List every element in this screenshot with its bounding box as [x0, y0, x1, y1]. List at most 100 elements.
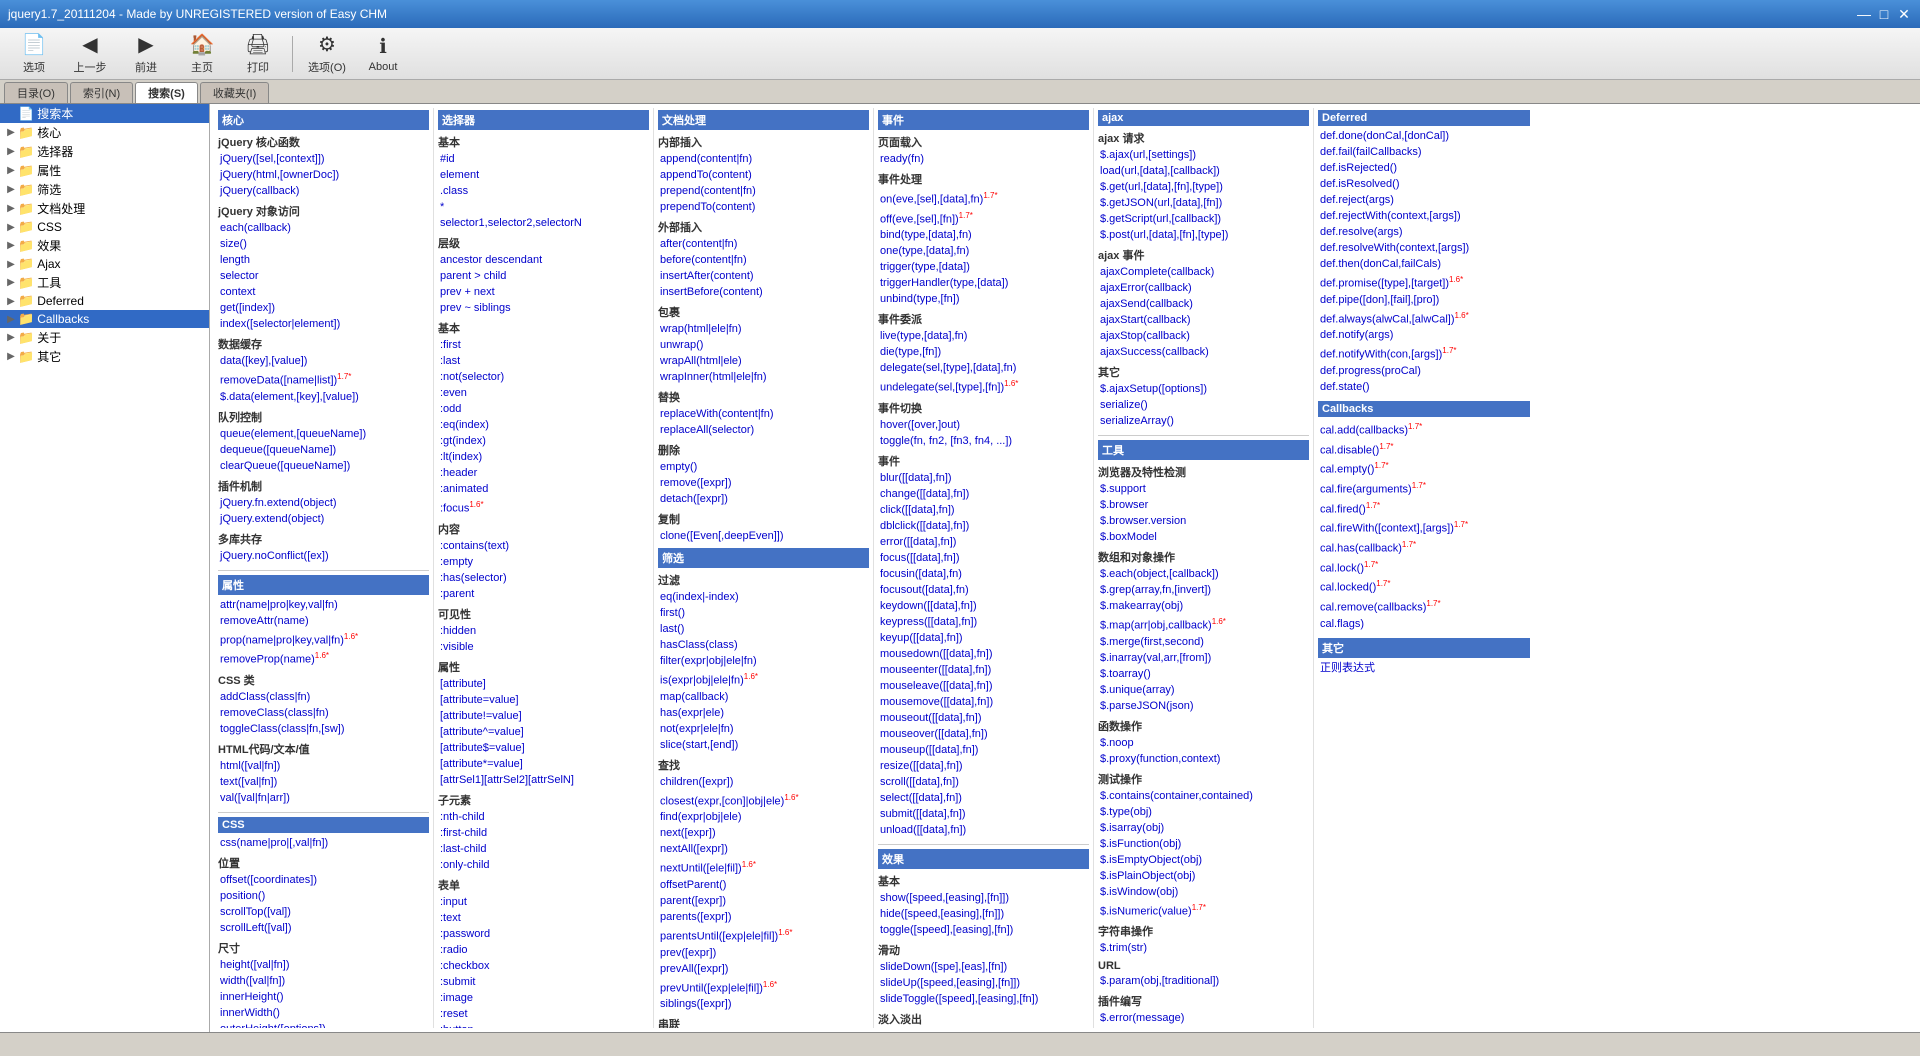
link-def-rejectwith[interactable]: def.rejectWith(context,[args])	[1318, 208, 1530, 224]
link-context[interactable]: context	[218, 284, 429, 300]
link-password[interactable]: :password	[438, 926, 649, 942]
link-ajaxcomplete[interactable]: ajaxComplete(callback)	[1098, 264, 1309, 280]
tree-item-deferred[interactable]: ▶ 📁 Deferred	[0, 292, 209, 310]
link-live[interactable]: live(type,[data],fn)	[878, 328, 1089, 344]
link-prevuntil[interactable]: prevUntil([exp|ele|fil])1.6*	[658, 977, 869, 997]
tree-item-core[interactable]: ▶ 📁 核心	[0, 123, 209, 142]
link-image-sel[interactable]: :image	[438, 990, 649, 1006]
tab-search[interactable]: 搜索(S)	[135, 82, 198, 103]
link-def-isresolved[interactable]: def.isResolved()	[1318, 176, 1530, 192]
link-text[interactable]: text([val|fn])	[218, 774, 429, 790]
tree-item-about[interactable]: ▶ 📁 关于	[0, 328, 209, 347]
link-getscript[interactable]: $.getScript(url,[callback])	[1098, 211, 1309, 227]
link-def-fail[interactable]: def.fail(failCallbacks)	[1318, 144, 1530, 160]
link-type[interactable]: $.type(obj)	[1098, 804, 1309, 820]
link-param[interactable]: $.param(obj,[traditional])	[1098, 973, 1309, 989]
tab-favorites[interactable]: 收藏夹(I)	[200, 82, 269, 103]
link-first[interactable]: :first	[438, 337, 649, 353]
link-isfunction[interactable]: $.isFunction(obj)	[1098, 836, 1309, 852]
link-replacewith[interactable]: replaceWith(content|fn)	[658, 406, 869, 422]
link-nth-child[interactable]: :nth-child	[438, 809, 649, 825]
tree-item-selectors[interactable]: ▶ 📁 选择器	[0, 142, 209, 161]
link-noop[interactable]: $.noop	[1098, 735, 1309, 751]
link-slidetoggle[interactable]: slideToggle([speed],[easing],[fn])	[878, 991, 1089, 1007]
link-triggerhandler[interactable]: triggerHandler(type,[data])	[878, 275, 1089, 291]
link-width[interactable]: width([val|fn])	[218, 973, 429, 989]
link-offset[interactable]: offset([coordinates])	[218, 872, 429, 888]
link-def-always[interactable]: def.always(alwCal,[alwCal])1.6*	[1318, 308, 1530, 328]
link-isarray[interactable]: $.isarray(obj)	[1098, 820, 1309, 836]
link-element[interactable]: element	[438, 167, 649, 183]
link-grep[interactable]: $.grep(array,fn,[invert])	[1098, 582, 1309, 598]
link-parents[interactable]: parents([expr])	[658, 909, 869, 925]
link-before[interactable]: before(content|fn)	[658, 252, 869, 268]
link-ajax[interactable]: $.ajax(url,[settings])	[1098, 147, 1309, 163]
link-jquery-html[interactable]: jQuery(html,[ownerDoc])	[218, 167, 429, 183]
link-not[interactable]: :not(selector)	[438, 369, 649, 385]
minimize-button[interactable]: —	[1856, 6, 1872, 22]
link-dequeue[interactable]: dequeue([queueName])	[218, 442, 429, 458]
link-attr-eq[interactable]: [attribute=value]	[438, 692, 649, 708]
link-each-tool[interactable]: $.each(object,[callback])	[1098, 566, 1309, 582]
link-unload[interactable]: unload([[data],fn])	[878, 822, 1089, 838]
link-insertbefore[interactable]: insertBefore(content)	[658, 284, 869, 300]
link-inarray[interactable]: $.inarray(val,arr,[from])	[1098, 650, 1309, 666]
link-wrapall[interactable]: wrapAll(html|ele)	[658, 353, 869, 369]
tree-item-css[interactable]: ▶ 📁 CSS	[0, 218, 209, 236]
link-bind[interactable]: bind(type,[data],fn)	[878, 227, 1089, 243]
link-gt[interactable]: :gt(index)	[438, 433, 649, 449]
link-attr-end[interactable]: [attribute$=value]	[438, 740, 649, 756]
link-attr[interactable]: attr(name|pro|key,val|fn)	[218, 597, 429, 613]
link-cal-remove[interactable]: cal.remove(callbacks)1.7*	[1318, 596, 1530, 616]
link-noconflict[interactable]: jQuery.noConflict([ex])	[218, 548, 429, 564]
link-support[interactable]: $.support	[1098, 481, 1309, 497]
link-def-promise[interactable]: def.promise([type],[target])1.6*	[1318, 272, 1530, 292]
link-removeprop[interactable]: removeProp(name)1.6*	[218, 648, 429, 668]
link-dblclick[interactable]: dblclick([[data],fn])	[878, 518, 1089, 534]
link-first-filter[interactable]: first()	[658, 605, 869, 621]
link-outerheight[interactable]: outerHeight([options])	[218, 1021, 429, 1028]
link-cal-lock[interactable]: cal.lock()1.7*	[1318, 557, 1530, 577]
link-index[interactable]: index([selector|element])	[218, 316, 429, 332]
link-show[interactable]: show([speed,[easing],[fn]])	[878, 890, 1089, 906]
link-lt[interactable]: :lt(index)	[438, 449, 649, 465]
link-toggle[interactable]: toggle(fn, fn2, [fn3, fn4, ...])	[878, 433, 1089, 449]
link-wrapinner[interactable]: wrapInner(html|ele|fn)	[658, 369, 869, 385]
link-error-tool[interactable]: $.error(message)	[1098, 1010, 1309, 1026]
link-unique[interactable]: $.unique(array)	[1098, 682, 1309, 698]
link-slidedown[interactable]: slideDown([spe],[eas],[fn])	[878, 959, 1089, 975]
link-closest[interactable]: closest(expr,[con]|obj|ele)1.6*	[658, 790, 869, 810]
link-last-filter[interactable]: last()	[658, 621, 869, 637]
link-cal-locked[interactable]: cal.locked()1.7*	[1318, 576, 1530, 596]
link-visible[interactable]: :visible	[438, 639, 649, 655]
link-has-sel[interactable]: :has(selector)	[438, 570, 649, 586]
tab-index[interactable]: 索引(N)	[70, 82, 133, 103]
link-find[interactable]: find(expr|obj|ele)	[658, 809, 869, 825]
tree-item-attributes[interactable]: ▶ 📁 属性	[0, 161, 209, 180]
link-checkbox[interactable]: :checkbox	[438, 958, 649, 974]
link-serializearray[interactable]: serializeArray()	[1098, 413, 1309, 429]
link-ancestor-descendant[interactable]: ancestor descendant	[438, 252, 649, 268]
link-extend[interactable]: jQuery.extend(object)	[218, 511, 429, 527]
link-regex[interactable]: 正则表达式	[1318, 660, 1530, 676]
link-remove-data[interactable]: removeData([name|list])1.7*	[218, 369, 429, 389]
link-mouseleave[interactable]: mouseleave([[data],fn])	[878, 678, 1089, 694]
link-eq[interactable]: :eq(index)	[438, 417, 649, 433]
link-mousedown[interactable]: mousedown([[data],fn])	[878, 646, 1089, 662]
link-empty-sel[interactable]: :empty	[438, 554, 649, 570]
link-submit[interactable]: submit([[data],fn])	[878, 806, 1089, 822]
link-get[interactable]: $.get(url,[data],[fn],[type])	[1098, 179, 1309, 195]
link-cal-firewith[interactable]: cal.fireWith([context],[args])1.7*	[1318, 517, 1530, 537]
link-contains[interactable]: :contains(text)	[438, 538, 649, 554]
link-map-tool[interactable]: $.map(arr|obj,callback)1.6*	[1098, 614, 1309, 634]
link-on[interactable]: on(eve,[sel],[data],fn)1.7*	[878, 188, 1089, 208]
link-def-pipe[interactable]: def.pipe([don],[fail],[pro])	[1318, 292, 1530, 308]
link-has[interactable]: has(expr|ele)	[658, 705, 869, 721]
link-post[interactable]: $.post(url,[data],[fn],[type])	[1098, 227, 1309, 243]
link-cal-disable[interactable]: cal.disable()1.7*	[1318, 439, 1530, 459]
tree-item-effects[interactable]: ▶ 📁 效果	[0, 236, 209, 255]
link-input[interactable]: :input	[438, 894, 649, 910]
link-selector[interactable]: selector	[218, 268, 429, 284]
link-def-progress[interactable]: def.progress(proCal)	[1318, 363, 1530, 379]
link-browser[interactable]: $.browser	[1098, 497, 1309, 513]
